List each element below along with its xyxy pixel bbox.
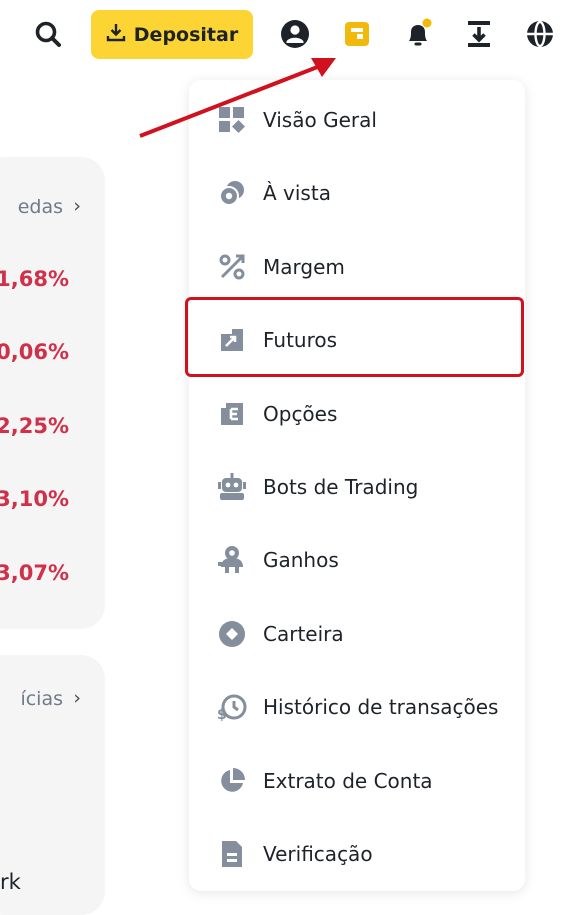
menu-item-label: Carteira xyxy=(263,622,344,646)
wallet-coin-icon xyxy=(217,619,247,649)
spot-icon xyxy=(217,178,247,208)
svg-text:$: $ xyxy=(217,707,227,722)
menu-item-wallet[interactable]: Carteira xyxy=(189,606,525,662)
change-percent: 2,25% xyxy=(0,414,69,438)
news-text[interactable]: rk xyxy=(0,870,21,894)
pie-chart-icon xyxy=(217,766,247,796)
change-percent: 3,10% xyxy=(0,487,69,511)
overview-icon xyxy=(217,105,247,135)
user-icon[interactable] xyxy=(275,14,315,54)
earn-icon xyxy=(217,545,247,575)
change-percent: 1,68% xyxy=(0,267,69,291)
globe-icon[interactable] xyxy=(520,14,560,54)
menu-item-label: Bots de Trading xyxy=(263,475,419,499)
markets-card-heading: edas xyxy=(17,196,63,218)
options-icon xyxy=(217,399,247,429)
menu-item-label: Verificação xyxy=(263,842,373,866)
menu-item-label: Ganhos xyxy=(263,548,339,572)
menu-item-label: Histórico de transações xyxy=(263,695,499,719)
menu-item-label: Margem xyxy=(263,255,345,279)
chevron-right-icon: › xyxy=(73,195,81,217)
download-icon xyxy=(106,22,126,47)
change-percent: 3,07% xyxy=(0,561,69,585)
change-percent: 0,06% xyxy=(0,340,69,364)
markets-card: edas › 1,68% 0,06% 2,25% 3,10% 3,07% xyxy=(0,157,105,629)
deposit-button[interactable]: Depositar xyxy=(91,10,253,59)
news-card-link[interactable]: ícias › xyxy=(20,687,81,710)
deposit-label: Depositar xyxy=(133,23,239,46)
top-bar: Depositar xyxy=(0,0,566,70)
wallet-dropdown-menu: Visão Geral À vista Margem Futuros Opçõe… xyxy=(189,80,525,891)
menu-item-overview[interactable]: Visão Geral xyxy=(189,92,525,148)
transfer-icon[interactable] xyxy=(459,14,499,54)
search-icon[interactable] xyxy=(28,14,68,54)
menu-item-spot[interactable]: À vista xyxy=(189,165,525,221)
menu-item-trading-bots[interactable]: Bots de Trading xyxy=(189,459,525,515)
menu-item-label: Extrato de Conta xyxy=(263,769,433,793)
menu-item-label: À vista xyxy=(263,181,331,205)
menu-item-margin[interactable]: Margem xyxy=(189,239,525,295)
menu-item-verification[interactable]: Verificação xyxy=(189,826,525,882)
history-icon: $ xyxy=(217,692,247,722)
futures-icon xyxy=(217,325,247,355)
menu-item-transaction-history[interactable]: $ Histórico de transações xyxy=(189,679,525,735)
margin-icon xyxy=(217,252,247,282)
document-icon xyxy=(217,839,247,869)
menu-item-earn[interactable]: Ganhos xyxy=(189,532,525,588)
menu-item-label: Futuros xyxy=(263,328,338,352)
menu-item-label: Visão Geral xyxy=(263,108,377,132)
menu-item-label: Opções xyxy=(263,402,338,426)
menu-item-account-statement[interactable]: Extrato de Conta xyxy=(189,753,525,809)
robot-icon xyxy=(217,472,247,502)
chevron-right-icon: › xyxy=(73,687,81,709)
news-card-heading: ícias xyxy=(20,688,63,710)
menu-item-options[interactable]: Opções xyxy=(189,386,525,442)
markets-card-link[interactable]: edas › xyxy=(17,195,81,218)
menu-item-futures[interactable]: Futuros xyxy=(189,312,525,368)
wallet-icon[interactable] xyxy=(337,14,377,54)
bell-icon[interactable] xyxy=(398,14,438,54)
